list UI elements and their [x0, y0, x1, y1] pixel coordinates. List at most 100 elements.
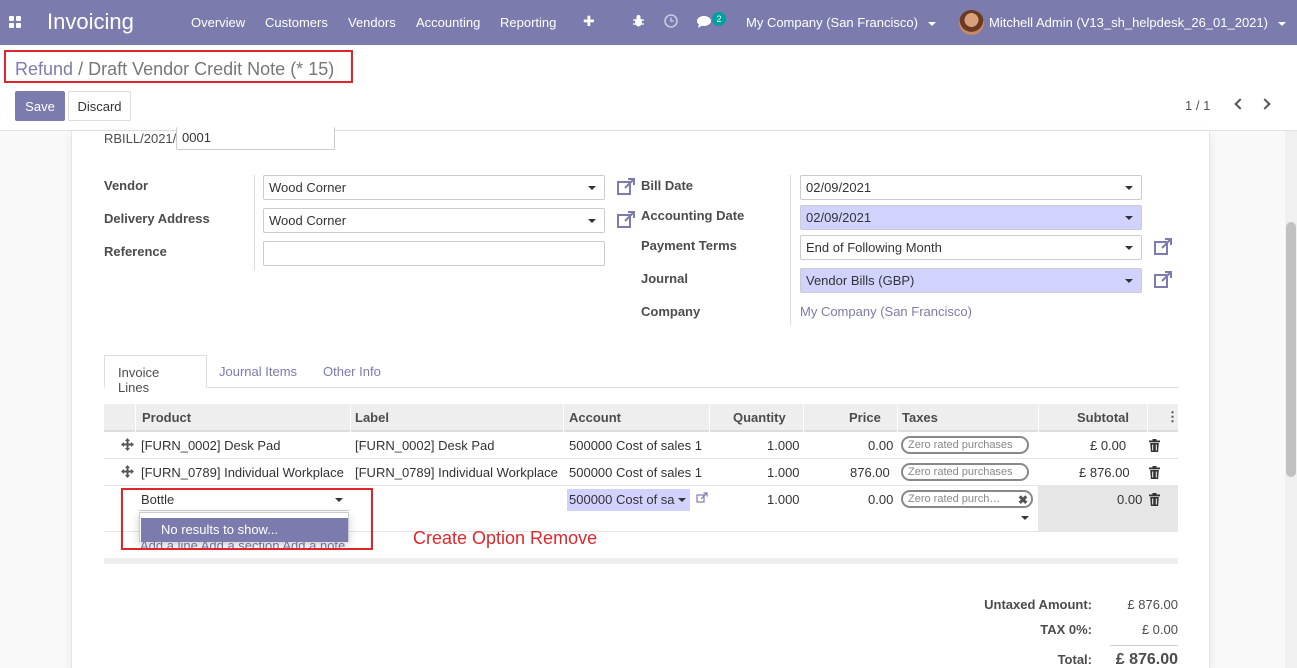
menu-vendors[interactable]: Vendors: [348, 15, 396, 30]
journal-select[interactable]: Vendor Bills (GBP): [800, 268, 1142, 293]
cell-label: [FURN_0789] Individual Workplace: [355, 465, 558, 480]
chevron-down-icon: [1125, 279, 1133, 283]
account-external-link-icon[interactable]: [696, 492, 708, 504]
vendor-label: Vendor: [104, 178, 149, 193]
save-button[interactable]: Save: [15, 91, 65, 121]
trash-icon[interactable]: [1149, 439, 1160, 452]
bill-date-input[interactable]: 02/09/2021: [800, 175, 1142, 200]
invoice-lines-table-header: Product Label Account Quantity Price Tax…: [104, 404, 1179, 432]
user-menu[interactable]: Mitchell Admin (V13_sh_helpdesk_26_01_20…: [989, 15, 1286, 30]
table-row[interactable]: [FURN_0789] Individual Workplace [FURN_0…: [104, 459, 1178, 486]
payment-terms-external-link-icon[interactable]: [1153, 237, 1173, 257]
delivery-address-select[interactable]: Wood Corner: [263, 208, 605, 233]
cell-account: 500000 Cost of sales 1: [569, 465, 702, 480]
bill-date-label: Bill Date: [641, 178, 694, 193]
menu-overview[interactable]: Overview: [191, 15, 245, 30]
cell-subtotal: 0.00: [1117, 492, 1143, 507]
reference-prefix: RBILL/2021/: [104, 131, 177, 146]
column-separator: [563, 404, 564, 432]
drag-handle-icon[interactable]: [121, 438, 134, 451]
drag-handle-icon[interactable]: [121, 465, 134, 478]
accounting-date-value: 02/09/2021: [806, 210, 872, 225]
accounting-date-label: Accounting Date: [641, 208, 745, 223]
user-name: Mitchell Admin (V13_sh_helpdesk_26_01_20…: [989, 15, 1268, 30]
delivery-address-value: Wood Corner: [269, 213, 347, 228]
menu-reporting[interactable]: Reporting: [500, 15, 556, 30]
trash-icon[interactable]: [1149, 466, 1160, 479]
column-header-subtotal[interactable]: Subtotal: [1077, 410, 1129, 425]
journal-label: Journal: [641, 271, 688, 286]
trash-icon[interactable]: [1149, 493, 1160, 506]
field-divider: [790, 175, 791, 325]
column-separator: [803, 404, 804, 432]
apps-grid-icon[interactable]: [9, 16, 21, 28]
tab-journal-items[interactable]: Journal Items: [206, 355, 310, 388]
top-navbar: Invoicing Overview Customers Vendors Acc…: [0, 0, 1297, 45]
reference-number-input[interactable]: 0001: [176, 127, 335, 150]
company-label: Company: [641, 304, 701, 319]
pager-value[interactable]: 1 / 1: [1185, 98, 1210, 113]
delivery-external-link-icon[interactable]: [616, 210, 636, 230]
menu-accounting[interactable]: Accounting: [416, 15, 480, 30]
table-row[interactable]: [FURN_0002] Desk Pad [FURN_0002] Desk Pa…: [104, 432, 1178, 459]
bug-icon[interactable]: [632, 14, 645, 31]
annotation-text: Create Option Remove: [413, 528, 598, 548]
tax-tag: Zero rated purchases: [901, 463, 1029, 481]
clock-icon[interactable]: [664, 14, 678, 31]
bill-date-value: 02/09/2021: [806, 180, 872, 195]
tab-invoice-lines[interactable]: Invoice Lines: [104, 355, 207, 395]
column-separator: [897, 404, 898, 432]
price-input[interactable]: 0.00: [868, 492, 893, 507]
tax-value: £ 0.00: [1141, 622, 1178, 637]
chevron-down-icon: [1277, 21, 1286, 26]
vendor-select[interactable]: Wood Corner: [263, 175, 605, 200]
column-header-taxes[interactable]: Taxes: [902, 410, 938, 425]
vendor-value: Wood Corner: [269, 180, 347, 195]
payment-terms-select[interactable]: End of Following Month: [800, 235, 1142, 260]
chat-count-badge: 2: [712, 12, 726, 26]
column-header-account[interactable]: Account: [569, 410, 621, 425]
journal-value: Vendor Bills (GBP): [806, 273, 915, 288]
pager-previous-button[interactable]: [1231, 95, 1249, 113]
reference-input[interactable]: [263, 241, 605, 266]
field-divider: [254, 175, 255, 271]
chevron-right-icon: [1259, 98, 1271, 110]
untaxed-amount-value: £ 876.00: [1127, 597, 1178, 612]
totals-divider: [1110, 645, 1178, 646]
plus-icon[interactable]: ✚: [583, 13, 595, 30]
optional-columns-icon[interactable]: ⋮: [1166, 409, 1179, 425]
chevron-down-icon: [678, 498, 686, 502]
tab-other-info[interactable]: Other Info: [310, 355, 394, 388]
discard-button[interactable]: Discard: [68, 91, 131, 121]
journal-external-link-icon[interactable]: [1153, 270, 1173, 290]
total-label: Total:: [1057, 652, 1092, 667]
chat-icon[interactable]: [697, 15, 713, 32]
app-brand[interactable]: Invoicing: [47, 9, 134, 35]
untaxed-amount-label: Untaxed Amount:: [984, 597, 1092, 612]
accounting-date-input[interactable]: 02/09/2021: [800, 205, 1142, 230]
column-header-quantity[interactable]: Quantity: [733, 410, 786, 425]
quantity-input[interactable]: 1.000: [767, 492, 800, 507]
column-header-product[interactable]: Product: [142, 410, 191, 425]
cell-product: [FURN_0002] Desk Pad: [141, 438, 281, 453]
menu-customers[interactable]: Customers: [265, 15, 328, 30]
chevron-down-icon: [1125, 246, 1133, 250]
pager-next-button[interactable]: [1256, 95, 1274, 113]
company-name: My Company (San Francisco): [746, 15, 918, 30]
cell-product: [FURN_0789] Individual Workplace: [141, 465, 344, 480]
reference-label: Reference: [104, 244, 167, 259]
column-separator: [350, 404, 351, 432]
account-select[interactable]: 500000 Cost of sa: [567, 489, 690, 511]
table-footer: [104, 558, 1178, 564]
chevron-down-icon[interactable]: [1021, 516, 1029, 520]
scrollbar-thumb[interactable]: [1286, 222, 1296, 477]
column-header-price[interactable]: Price: [849, 410, 881, 425]
cell-price: 0.00: [868, 438, 894, 453]
tax-tag: Zero rated purch…: [901, 490, 1033, 508]
avatar[interactable]: [959, 10, 984, 35]
remove-tag-icon[interactable]: ✖: [1018, 493, 1028, 507]
company-link[interactable]: My Company (San Francisco): [800, 304, 972, 319]
vendor-external-link-icon[interactable]: [616, 177, 636, 197]
company-switcher[interactable]: My Company (San Francisco): [746, 15, 936, 30]
column-header-label[interactable]: Label: [355, 410, 389, 425]
